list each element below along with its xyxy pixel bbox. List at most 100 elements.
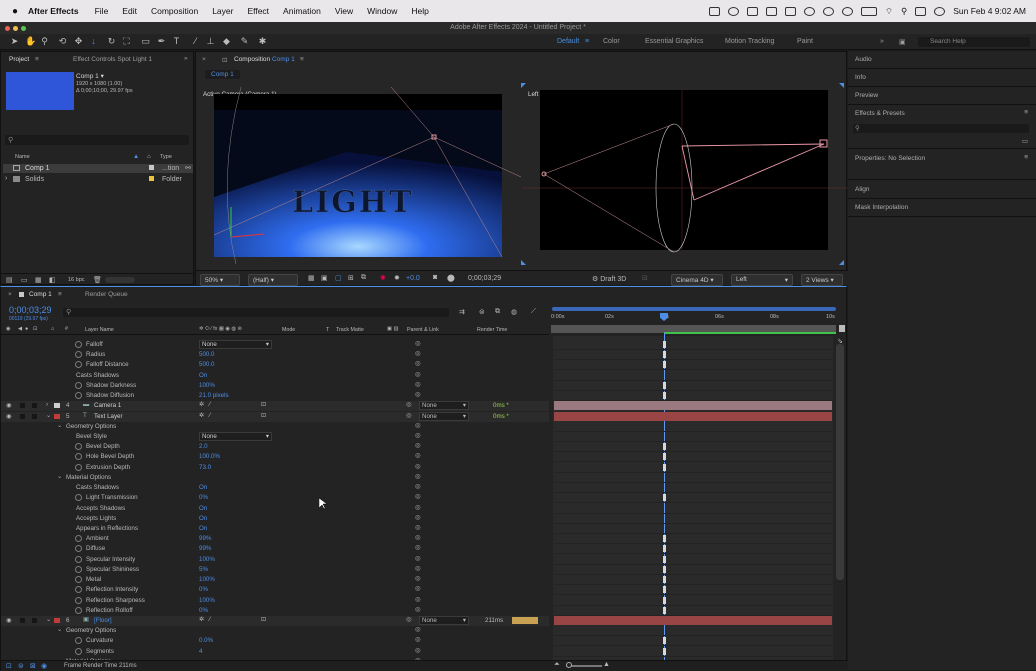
property-value[interactable]: 500.0: [199, 361, 214, 368]
exposure-value[interactable]: +0.0: [406, 275, 420, 282]
keyframe-marker[interactable]: [663, 463, 666, 471]
menu-effect[interactable]: Effect: [247, 6, 269, 16]
zoom-window-button[interactable]: [21, 26, 26, 31]
layer-row[interactable]: ◉ ⌄ 5 T Text Layer ✲ ⁄ ⊡ ◎ None ▾ 0ms *: [1, 411, 832, 422]
keyframe-marker[interactable]: [663, 341, 666, 348]
comp-flowchart-icon[interactable]: ⇉: [459, 308, 465, 316]
orbit-tool-icon[interactable]: ⟲: [58, 37, 67, 46]
stopwatch-icon[interactable]: [75, 381, 82, 389]
stopwatch-icon[interactable]: [75, 453, 82, 461]
3d-layer-icon[interactable]: ⊡: [261, 616, 266, 623]
layer-label-color[interactable]: [54, 413, 60, 419]
pickwhip-icon[interactable]: ◎: [415, 636, 420, 643]
stopwatch-icon[interactable]: [75, 647, 82, 655]
trash-icon[interactable]: 🗑: [93, 276, 102, 284]
zoom-out-icon[interactable]: ⏶: [554, 661, 560, 669]
new-comp-icon[interactable]: ▦: [35, 276, 42, 284]
stopwatch-icon[interactable]: [75, 443, 82, 451]
menu-window[interactable]: Window: [367, 6, 397, 16]
property-group-row[interactable]: ⌄ Geometry Options ◎: [1, 422, 832, 432]
property-value[interactable]: 2.0: [199, 443, 208, 450]
menu-view[interactable]: View: [335, 6, 353, 16]
roto-brush-tool-icon[interactable]: ✎: [240, 37, 249, 46]
grammarly-icon[interactable]: [822, 6, 834, 16]
stopwatch-icon[interactable]: [75, 637, 82, 645]
solo-icon[interactable]: ●: [25, 326, 28, 332]
apple-icon[interactable]: ●: [12, 6, 18, 17]
keyframe-marker[interactable]: [663, 443, 666, 451]
property-row[interactable]: Falloff Distance 500.0 ◎: [1, 360, 832, 371]
panel-effects-presets[interactable]: Effects & Presets ≡ ⚲ ▭: [848, 105, 1036, 149]
property-group-row[interactable]: ⌄ Material Options ◎: [1, 473, 832, 483]
property-value[interactable]: 73.0: [199, 464, 211, 471]
keyframe-marker[interactable]: [663, 606, 666, 614]
pickwhip-icon[interactable]: ◎: [415, 452, 420, 459]
col-name-header[interactable]: Name: [15, 154, 30, 160]
property-value[interactable]: On: [199, 525, 207, 532]
pickwhip-icon[interactable]: ◎: [415, 442, 420, 449]
pickwhip-icon[interactable]: ◎: [415, 422, 420, 429]
keyframe-marker[interactable]: [663, 535, 666, 543]
comp-mini-icon[interactable]: ⊡: [6, 662, 12, 670]
frame-blending-icon[interactable]: ◍: [511, 308, 517, 316]
shy-layers-icon[interactable]: ⧉: [495, 308, 500, 316]
property-group-row[interactable]: ⌄ Geometry Options ◎: [1, 626, 832, 637]
pickwhip-icon[interactable]: ◎: [415, 493, 420, 500]
renderer-select[interactable]: Cinema 4D ▾: [671, 274, 723, 286]
close-tab-icon[interactable]: ×: [202, 56, 206, 63]
zoom-select[interactable]: 50% ▾: [200, 274, 240, 286]
panel-mask-interpolation[interactable]: Mask Interpolation: [848, 199, 1036, 217]
pickwhip-icon[interactable]: ◎: [415, 565, 420, 572]
interpret-footage-icon[interactable]: ▤: [6, 276, 13, 284]
flowchart-icon[interactable]: ⚯: [185, 164, 191, 172]
layer-switches[interactable]: ✲ ⁄: [199, 401, 210, 408]
zoom-slider-knob[interactable]: [566, 662, 572, 668]
pickwhip-icon[interactable]: ◎: [406, 412, 411, 419]
pickwhip-icon[interactable]: ◎: [415, 555, 420, 562]
keyframe-marker[interactable]: [663, 381, 666, 389]
lock-box[interactable]: [32, 413, 37, 419]
workspace-motion-tracking[interactable]: Motion Tracking: [725, 38, 774, 45]
project-menu-icon[interactable]: ≡: [35, 56, 39, 63]
switches-icons[interactable]: ✲ ⬭ ⁄ fx ▦ ◉ ◍ ⊜: [199, 326, 242, 333]
menu-clock[interactable]: Sun Feb 4 9:02 AM: [953, 6, 1026, 16]
layer-label-color[interactable]: [54, 617, 60, 623]
comp-thumbnail[interactable]: [6, 72, 74, 110]
project-item-comp1[interactable]: Comp 1 ...tion ⚯: [3, 164, 193, 173]
stopwatch-icon[interactable]: [75, 351, 82, 359]
3d-layer-icon[interactable]: ⊡: [261, 401, 266, 408]
disclosure-triangle-icon[interactable]: ›: [5, 175, 7, 182]
stopwatch-icon[interactable]: [75, 494, 82, 502]
pickwhip-icon[interactable]: ◎: [415, 463, 420, 470]
workspace-paint[interactable]: Paint: [797, 38, 813, 45]
property-row[interactable]: Accepts Shadows On ◎: [1, 504, 832, 514]
visibility-eye-icon[interactable]: ◉: [6, 402, 11, 409]
selection-tool-icon[interactable]: ➤: [10, 37, 19, 46]
timeline-menu-icon[interactable]: ≡: [58, 291, 62, 298]
layer-row[interactable]: ◉ ⌄ 6 ▣ [Floor] ✲ ⁄ ⊡ ◎ None ▾ 211ms: [1, 615, 832, 626]
property-row[interactable]: Ambient 99% ◎: [1, 534, 832, 545]
property-value[interactable]: 500.0: [199, 351, 214, 358]
panel-overflow-icon[interactable]: »: [184, 55, 188, 62]
layer-name[interactable]: Camera 1: [94, 402, 121, 409]
stopwatch-icon[interactable]: [75, 565, 82, 573]
property-value[interactable]: 4: [199, 648, 202, 655]
lock-icon[interactable]: ⊡: [222, 56, 227, 64]
badge-icon[interactable]: [803, 6, 815, 16]
visibility-eye-icon[interactable]: ◉: [6, 617, 11, 624]
clock-icon[interactable]: [841, 6, 853, 16]
expand-triangle-icon[interactable]: ⌄: [57, 626, 62, 633]
menu-layer[interactable]: Layer: [212, 6, 233, 16]
new-preset-bin-icon[interactable]: ▭: [1022, 137, 1028, 145]
property-row[interactable]: Falloff None ▾ ◎: [1, 340, 832, 350]
property-value[interactable]: 0%: [199, 494, 208, 501]
property-row[interactable]: Shadow Darkness 100% ◎: [1, 381, 832, 391]
keyframe-marker[interactable]: [663, 361, 666, 369]
type-tool-icon[interactable]: T: [172, 37, 181, 46]
pickwhip-icon[interactable]: ◎: [415, 575, 420, 582]
stopwatch-icon[interactable]: [75, 392, 82, 400]
close-tab-icon[interactable]: ×: [8, 291, 12, 298]
layer-duration-bar[interactable]: [554, 411, 832, 421]
workspace-menu-icon[interactable]: ≡: [585, 38, 589, 45]
transparency-grid-icon[interactable]: ▦: [308, 274, 315, 282]
